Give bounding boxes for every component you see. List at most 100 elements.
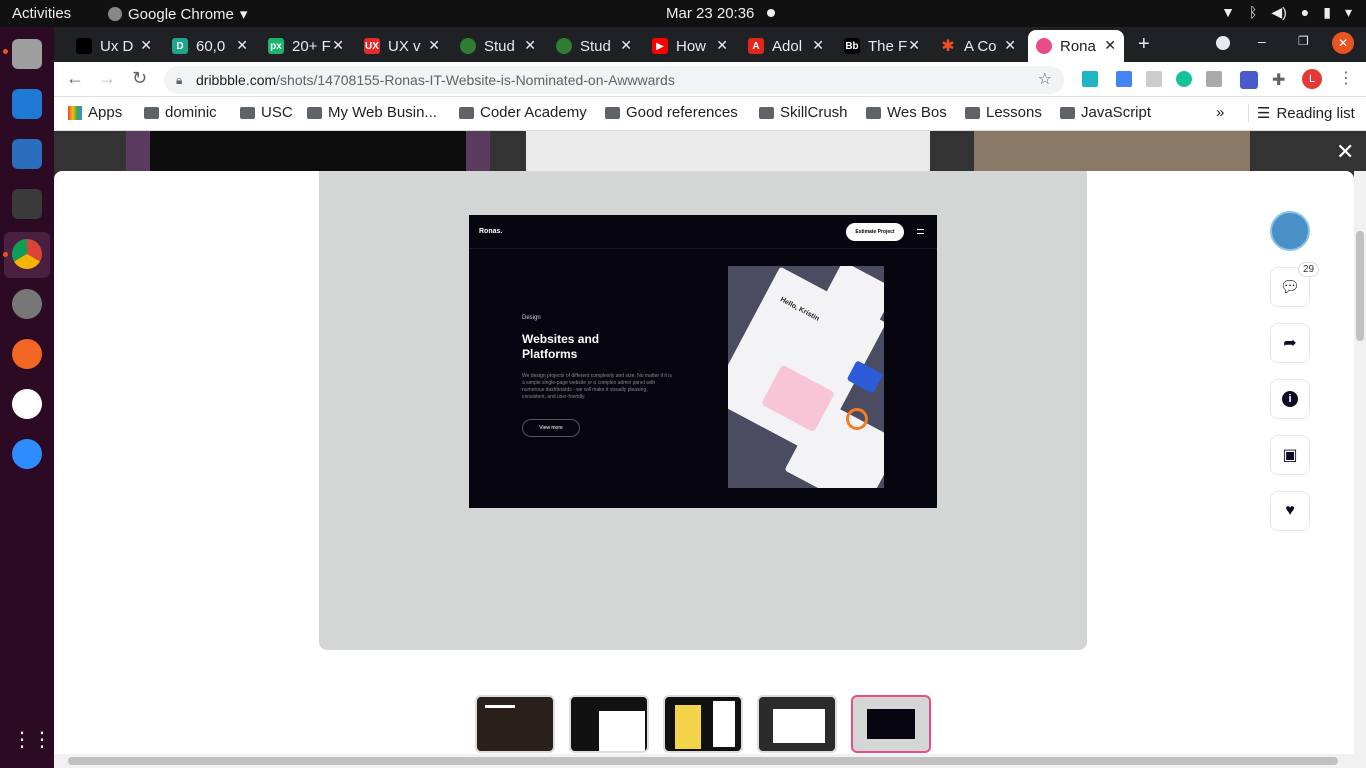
browser-tab[interactable]: Ux D ✕	[68, 30, 160, 62]
browser-tab[interactable]: Stud ✕	[452, 30, 544, 62]
thumbnail[interactable]	[663, 695, 743, 753]
bookmark-folder[interactable]: My Web Busin...	[307, 104, 437, 121]
close-tab-icon[interactable]: ✕	[1004, 37, 1016, 54]
writer-icon[interactable]	[12, 139, 42, 169]
share-button[interactable]: ➦	[1270, 323, 1310, 363]
like-button[interactable]: ♥	[1270, 491, 1310, 531]
thumbnail-selected[interactable]	[851, 695, 931, 753]
shot-image[interactable]: Ronas. Estimate Project Design Websites …	[469, 215, 937, 508]
browser-tab[interactable]: D 60,0 ✕	[164, 30, 256, 62]
back-icon[interactable]: ←	[66, 68, 84, 89]
close-tab-icon[interactable]: ✕	[908, 37, 920, 54]
apps-shortcut[interactable]: Apps	[68, 104, 122, 121]
vscode-icon[interactable]	[12, 89, 42, 119]
bookmark-folder[interactable]: Coder Academy	[459, 104, 587, 121]
bookmark-folder[interactable]: SkillCrush	[759, 104, 848, 121]
terminal-icon[interactable]	[12, 189, 42, 219]
thumbnail[interactable]	[569, 695, 649, 753]
reload-icon[interactable]: ↻	[132, 68, 147, 89]
chrome-menu-icon[interactable]: ⋮	[1338, 68, 1354, 88]
tab-title: UX v	[388, 37, 421, 55]
grammarly-icon[interactable]	[1176, 71, 1192, 87]
extension-eyedropper-icon[interactable]	[1116, 71, 1132, 87]
close-tab-icon[interactable]: ✕	[140, 37, 152, 54]
app-menu[interactable]: Google Chrome ▾	[108, 5, 247, 23]
bookmark-label: SkillCrush	[780, 104, 848, 121]
browser-tab[interactable]: A Adol ✕	[740, 30, 832, 62]
slack-icon[interactable]	[12, 389, 42, 419]
bookmark-label: JavaScript	[1081, 104, 1152, 121]
tab-title: Ux D	[100, 37, 134, 55]
folder-icon	[459, 106, 474, 119]
bookmark-star-icon[interactable]: ☆	[1038, 66, 1052, 94]
browser-tab[interactable]: Bb The F ✕	[836, 30, 928, 62]
forward-icon[interactable]: →	[98, 68, 116, 89]
system-tray[interactable]: ▼ ᛒ ◀) ● ▮ ▾	[1221, 4, 1352, 21]
tab-favicon: ▶	[652, 38, 668, 54]
window-close-icon[interactable]: ✕	[1332, 32, 1354, 54]
tab-favicon: UX	[364, 38, 380, 54]
more-bookmarks[interactable]: »	[1216, 104, 1224, 121]
files-icon[interactable]	[12, 39, 42, 69]
folder-icon	[605, 106, 620, 119]
bookmark-folder[interactable]: Wes Bos	[866, 104, 947, 121]
activities-button[interactable]: Activities	[12, 5, 71, 22]
show-applications-icon[interactable]: ⋮⋮	[12, 727, 52, 757]
new-tab-icon[interactable]: +	[1138, 33, 1150, 56]
extension-w-icon[interactable]	[1206, 71, 1222, 87]
close-tab-icon[interactable]: ✕	[1104, 37, 1116, 54]
close-tab-icon[interactable]: ✕	[812, 37, 824, 54]
close-tab-icon[interactable]: ✕	[236, 37, 248, 54]
bookmark-folder[interactable]: USC	[240, 104, 293, 121]
close-tab-icon[interactable]: ✕	[428, 37, 440, 54]
postman-icon[interactable]	[12, 339, 42, 369]
scroll-thumb[interactable]	[68, 757, 1338, 765]
clock[interactable]: Mar 23 20:36	[666, 5, 754, 22]
scroll-thumb[interactable]	[1356, 231, 1364, 341]
reading-list[interactable]: ☰ Reading list	[1248, 104, 1355, 122]
extension-grey-icon[interactable]	[1146, 71, 1162, 87]
vertical-scrollbar[interactable]	[1354, 171, 1366, 768]
extension-n-icon[interactable]	[1082, 71, 1098, 87]
chrome-icon[interactable]	[12, 239, 42, 269]
browser-tab-active[interactable]: Rona ✕	[1028, 30, 1124, 62]
close-tab-icon[interactable]: ✕	[524, 37, 536, 54]
tab-search-icon[interactable]	[1216, 36, 1230, 50]
close-tab-icon[interactable]: ✕	[332, 37, 344, 54]
browser-tab[interactable]: px 20+ F ✕	[260, 30, 352, 62]
extensions-puzzle-icon[interactable]: ✚	[1272, 70, 1285, 90]
bookmark-folder[interactable]: JavaScript	[1060, 104, 1151, 121]
minimize-icon[interactable]: –	[1258, 33, 1266, 49]
bookmark-folder[interactable]: Lessons	[965, 104, 1042, 121]
close-tab-icon[interactable]: ✕	[620, 37, 632, 54]
close-modal-icon[interactable]: ✕	[1336, 139, 1354, 165]
bluetooth-icon: ᛒ	[1248, 4, 1258, 20]
browser-tab[interactable]: ✱ A Co ✕	[932, 30, 1024, 62]
restore-icon[interactable]: ❐	[1298, 34, 1309, 48]
shot-dashboard-mockup: Hello, Kristin	[728, 266, 884, 488]
browser-tab[interactable]: Stud ✕	[548, 30, 640, 62]
tab-title: The F	[868, 37, 908, 55]
bookmark-folder[interactable]: dominic	[144, 104, 217, 121]
browser-tab[interactable]: ▶ How ✕	[644, 30, 736, 62]
info-button[interactable]: i	[1270, 379, 1310, 419]
close-tab-icon[interactable]: ✕	[716, 37, 728, 54]
horizontal-scrollbar[interactable]	[54, 754, 1354, 768]
microphone-icon: ●	[1300, 4, 1310, 20]
chrome-icon	[108, 7, 122, 21]
address-bar[interactable]: 🔒︎ dribbble.com/shots/14708155-Ronas-IT-…	[164, 66, 1064, 94]
tab-favicon: ✱	[941, 38, 955, 55]
settings-gear-icon[interactable]	[12, 289, 42, 319]
tab-favicon: px	[268, 38, 284, 54]
thumbnail[interactable]	[475, 695, 555, 753]
browser-tab[interactable]: UX UX v ✕	[356, 30, 448, 62]
bookmark-folder[interactable]: Good references	[605, 104, 738, 121]
info-icon: i	[1282, 391, 1298, 407]
extension-counter-icon[interactable]	[1240, 71, 1258, 89]
save-to-collection-button[interactable]: ▣	[1270, 435, 1310, 475]
designer-avatar[interactable]	[1270, 211, 1310, 251]
zoom-icon[interactable]	[12, 439, 42, 469]
comment-icon: 💬︎	[1279, 279, 1301, 296]
profile-avatar[interactable]: L	[1302, 69, 1322, 89]
thumbnail[interactable]	[757, 695, 837, 753]
